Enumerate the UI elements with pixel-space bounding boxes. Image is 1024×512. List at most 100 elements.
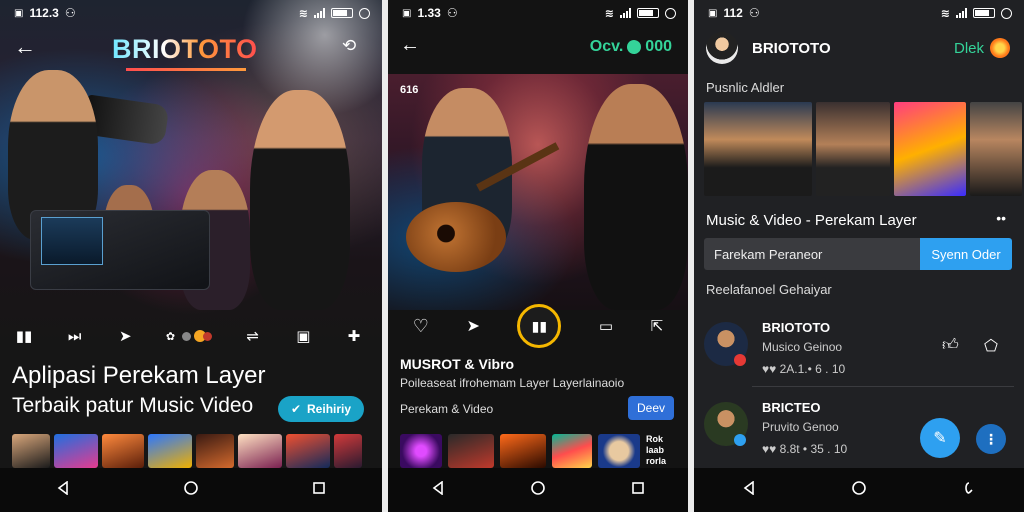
top-cta-label: Dlek xyxy=(953,39,984,57)
video-subtitle: Poileaseat ifrohemam Layer Layerlainaoio xyxy=(400,376,625,390)
screen-3: ▣ 112 ⚇ ≋ BRIOTOTO Dlek Pusnlic Aldler M… xyxy=(694,0,1024,512)
vibrate-icon: ≋ xyxy=(604,7,614,20)
person-guitarist xyxy=(250,90,350,310)
grid-tile[interactable] xyxy=(704,102,812,196)
nav-recents-icon[interactable] xyxy=(631,481,645,500)
nav-recents-icon[interactable] xyxy=(312,481,326,500)
pin-icon[interactable]: ✚ xyxy=(344,326,364,346)
status-icon: ▣ xyxy=(14,7,24,19)
back-arrow-icon[interactable]: ← xyxy=(14,34,36,60)
bookmark-icon[interactable]: ▮▮ xyxy=(14,326,34,346)
thumbnail[interactable] xyxy=(400,434,442,468)
send-icon[interactable]: ➤ xyxy=(466,316,479,336)
thumbnail[interactable] xyxy=(598,434,640,468)
grid-tile[interactable] xyxy=(816,102,890,196)
thumbnail[interactable] xyxy=(448,434,494,468)
dev-button[interactable]: Deev xyxy=(628,396,674,420)
status-icon: ▣ xyxy=(402,7,412,19)
play-pause-button[interactable]: ▮▮ xyxy=(517,304,562,348)
list-item-name: BRIOTOTO xyxy=(762,320,831,335)
gear-icon[interactable]: ✿ xyxy=(166,330,175,343)
heart-icon[interactable]: ♡ xyxy=(413,316,429,337)
more-vertical-icon[interactable]: ⋮ xyxy=(976,424,1006,454)
list-item-meta: ♥♥ 8.8t • 35 . 10 xyxy=(762,442,848,456)
nav-home-icon[interactable] xyxy=(530,480,546,501)
thumbnail[interactable] xyxy=(500,434,546,468)
share-icon[interactable]: ⇱ xyxy=(651,317,664,335)
thumbnail[interactable] xyxy=(54,434,98,468)
search-button[interactable]: Syenn Oder xyxy=(920,238,1012,270)
check-icon: ✔ xyxy=(290,402,302,416)
screen-1: ▣ 112.3 ⚇ ≋ ← BRIOTOTO ⟲ ▮▮ ⏭ ➤ ✿ ⇌ ▣ ✚ … xyxy=(0,0,382,512)
thumbnail-text[interactable]: Rok laab rorla xyxy=(646,434,676,468)
share-icon[interactable]: ⇌ xyxy=(243,326,263,346)
headline-line-1: Aplipasi Perekam Layer xyxy=(12,362,266,389)
thumbnail[interactable] xyxy=(148,434,192,468)
brand-logo: BRIOTOTO xyxy=(112,34,258,64)
more-icon[interactable]: •• xyxy=(996,210,1006,226)
nav-home-icon[interactable] xyxy=(851,480,867,501)
list-item[interactable]: BRICTEO Pruvito Genoo ♥♥ 8.8t • 35 . 10 xyxy=(704,396,1014,466)
green-dot-icon xyxy=(627,40,642,54)
history-icon[interactable]: ⟲ xyxy=(342,36,356,56)
skip-icon[interactable]: ⏭ xyxy=(65,326,85,346)
thumbnail[interactable] xyxy=(286,434,330,468)
list-item-sub: Musico Geinoo xyxy=(762,340,843,354)
navigation-bar xyxy=(388,468,688,512)
vibrate-icon: ≋ xyxy=(298,7,308,20)
search-input[interactable]: Farekam Peraneor xyxy=(704,238,920,270)
status-time: 112 xyxy=(723,6,743,20)
signal-icon xyxy=(620,8,631,18)
thumbnail-strip xyxy=(12,434,362,468)
share-icon[interactable]: ⬠ xyxy=(984,336,998,356)
nav-back-icon[interactable] xyxy=(431,479,445,500)
battery-icon xyxy=(331,8,353,18)
player-controls: ▮▮ ⏭ ➤ ✿ ⇌ ▣ ✚ xyxy=(14,324,364,348)
thumbnail[interactable] xyxy=(552,434,592,468)
coin-icon xyxy=(990,38,1010,58)
data-saver-icon xyxy=(665,7,676,19)
thumbnail[interactable] xyxy=(196,434,234,468)
nav-back-icon[interactable] xyxy=(56,479,70,500)
cta-label: Reihiriy xyxy=(307,402,352,416)
thumbnail[interactable] xyxy=(102,434,144,468)
edit-fab-button[interactable]: ✎ xyxy=(920,418,960,458)
navigation-bar xyxy=(0,468,382,512)
color-dots[interactable]: ✿ xyxy=(166,330,213,343)
sync-icon: ⚇ xyxy=(748,6,760,20)
section-title: Pusnlic Aldler xyxy=(706,80,785,95)
nav-back-icon[interactable] xyxy=(742,479,756,500)
headline-line-2: Terbaik patur Music Video xyxy=(12,394,254,417)
list-heading: Reelafanoel Gehaiyar xyxy=(706,282,832,297)
status-icon: ▣ xyxy=(708,7,718,19)
like-icon[interactable]: 👍︎ xyxy=(942,336,959,355)
mixing-console xyxy=(30,210,210,290)
send-icon[interactable]: ➤ xyxy=(115,326,135,346)
hero-tag: 616 xyxy=(400,84,419,96)
screen-icon[interactable]: ▭ xyxy=(599,317,613,335)
section-heading: Music & Video - Perekam Layer xyxy=(706,212,917,229)
folder-icon[interactable]: ▣ xyxy=(293,326,313,346)
thumbnail[interactable] xyxy=(334,434,362,468)
back-arrow-icon[interactable]: ← xyxy=(400,34,420,57)
status-bar: ▣ 1.33 ⚇ ≋ xyxy=(388,0,688,26)
list-item-sub: Pruvito Genoo xyxy=(762,420,839,434)
thumbnail[interactable] xyxy=(12,434,50,468)
data-saver-icon xyxy=(359,7,370,19)
guitar-illustration xyxy=(406,202,506,272)
cta-button[interactable]: ✔ Reihiriy xyxy=(278,396,364,422)
brand-name: BRIOTOTO xyxy=(752,40,831,57)
avatar[interactable] xyxy=(706,32,738,64)
top-cta[interactable]: Ocv. 000 xyxy=(590,38,672,56)
grid-tile[interactable] xyxy=(970,102,1022,196)
vibrate-icon: ≋ xyxy=(940,7,950,20)
video-category: Perekam & Video xyxy=(400,402,494,416)
nav-home-icon[interactable] xyxy=(183,480,199,501)
top-cta[interactable]: Dlek xyxy=(954,38,1010,58)
signal-icon xyxy=(314,8,325,18)
grid-tile[interactable] xyxy=(894,102,966,196)
nav-recents-icon[interactable] xyxy=(962,481,976,500)
media-grid xyxy=(704,102,1022,196)
thumbnail[interactable] xyxy=(238,434,282,468)
list-item[interactable]: BRIOTOTO Musico Geinoo ♥♥ 2A.1.• 6 . 10 … xyxy=(704,316,1014,386)
